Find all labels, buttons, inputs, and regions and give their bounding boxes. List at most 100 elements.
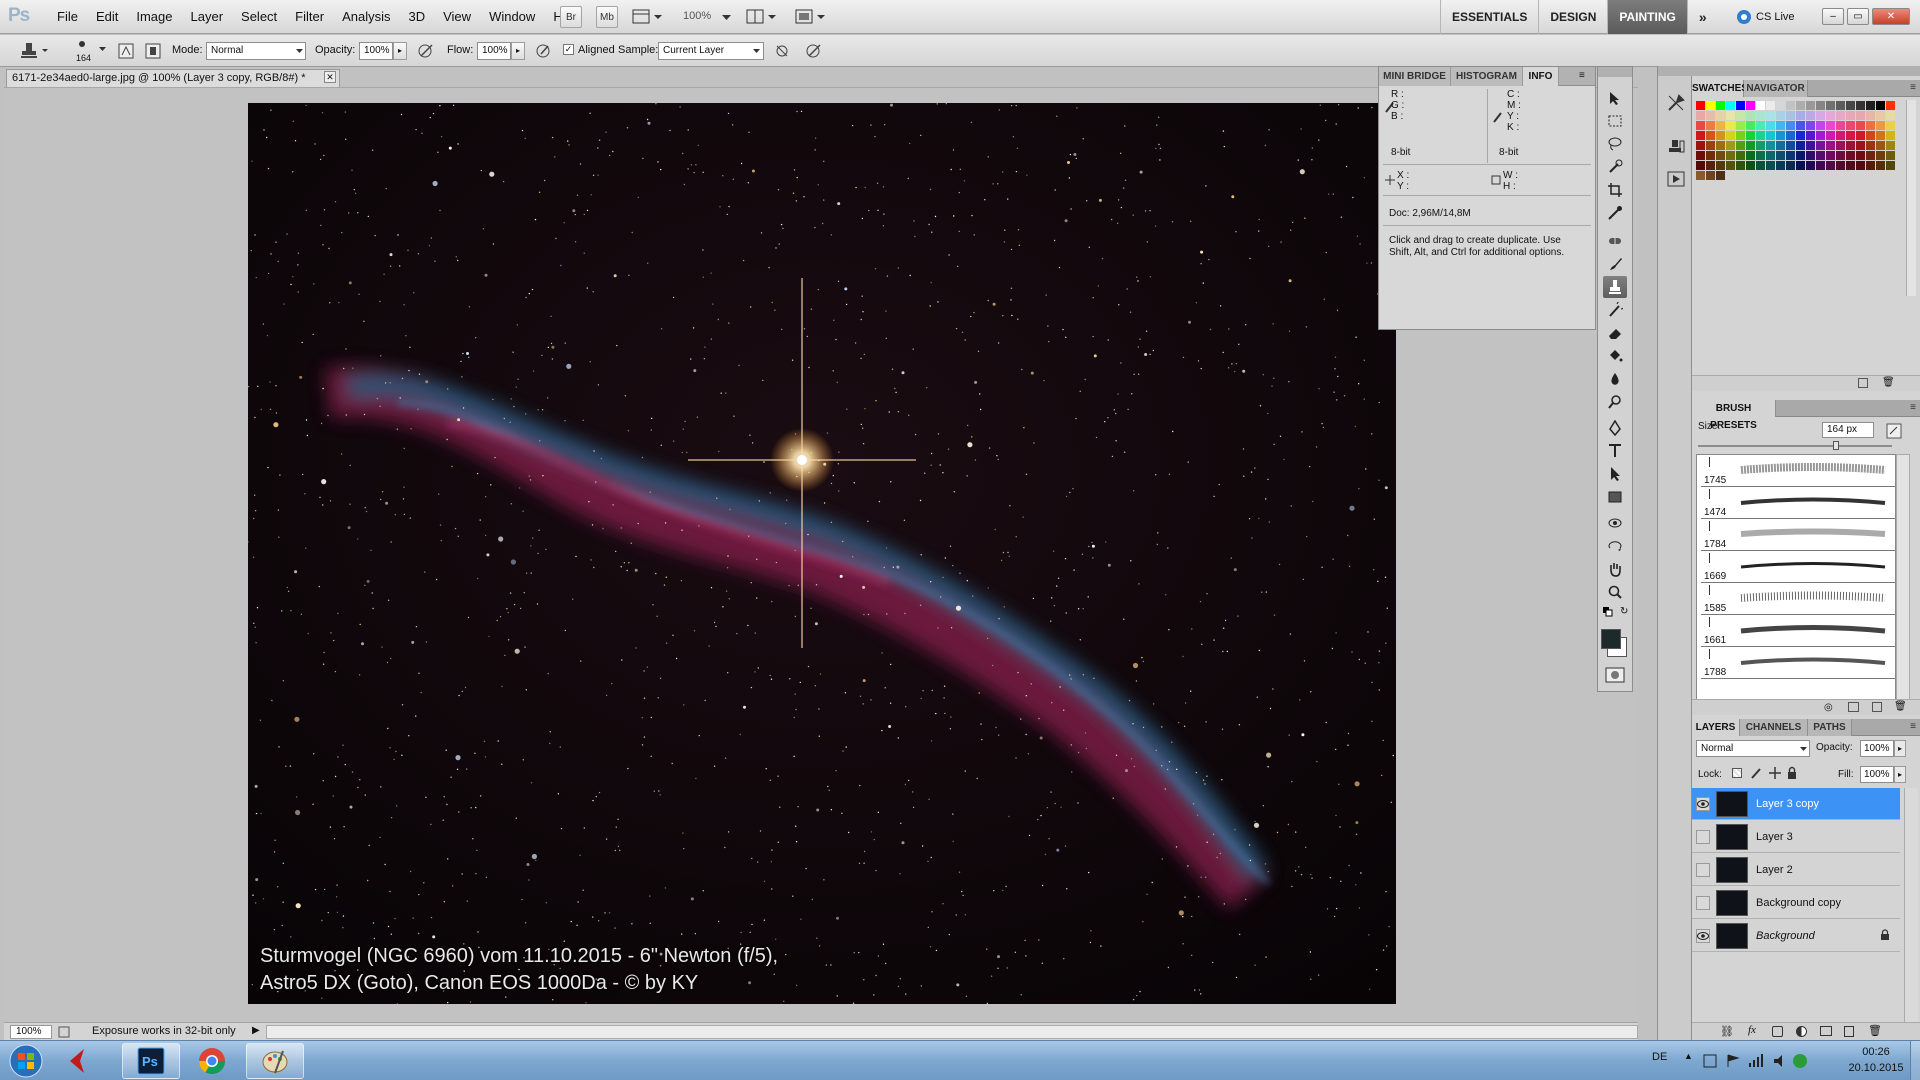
lasso-tool-icon[interactable] [1603, 133, 1627, 155]
arrange-documents-icon[interactable] [746, 9, 778, 25]
swatch[interactable] [1696, 131, 1705, 140]
lock-image-icon[interactable] [1750, 766, 1762, 780]
brush-size-field[interactable]: 164 px [1822, 422, 1874, 438]
swatch[interactable] [1766, 151, 1775, 160]
swap-colors-icon[interactable]: ↻ [1620, 606, 1628, 617]
swatch[interactable] [1836, 101, 1845, 110]
swatch[interactable] [1876, 151, 1885, 160]
tab-histogram[interactable]: HISTOGRAM [1451, 67, 1523, 86]
swatch[interactable] [1796, 111, 1805, 120]
swatch[interactable] [1716, 171, 1725, 180]
swatch[interactable] [1726, 121, 1735, 130]
swatch[interactable] [1766, 101, 1775, 110]
sample-select[interactable]: Current Layer [658, 42, 764, 60]
swatch[interactable] [1866, 121, 1875, 130]
swatch[interactable] [1776, 161, 1785, 170]
swatch[interactable] [1856, 101, 1865, 110]
swatch[interactable] [1816, 121, 1825, 130]
tray-expand-icon[interactable]: ▲ [1684, 1051, 1693, 1061]
swatch[interactable] [1726, 101, 1735, 110]
swatch[interactable] [1846, 101, 1855, 110]
rectangle-tool-icon[interactable] [1603, 486, 1627, 508]
taskbar-chrome-icon[interactable] [196, 1045, 228, 1077]
swatch[interactable] [1856, 131, 1865, 140]
type-tool-icon[interactable] [1603, 440, 1627, 462]
menu-window[interactable]: Window [480, 0, 544, 34]
swatch[interactable] [1766, 141, 1775, 150]
swatch[interactable] [1746, 161, 1755, 170]
menu-view[interactable]: View [434, 0, 480, 34]
cs-live-icon[interactable] [1736, 9, 1752, 25]
opacity-field[interactable]: 100% [359, 42, 393, 60]
swatch[interactable] [1776, 151, 1785, 160]
mode-select[interactable]: Normal [206, 42, 306, 60]
airbrush-icon[interactable] [535, 43, 553, 59]
brush-tool-icon[interactable] [1603, 253, 1627, 275]
swatch[interactable] [1796, 141, 1805, 150]
3d-orbit-tool-icon[interactable] [1603, 535, 1627, 557]
swatch[interactable] [1816, 111, 1825, 120]
workspace-design[interactable]: DESIGN [1538, 0, 1607, 34]
swatch[interactable] [1806, 111, 1815, 120]
screen-mode-icon[interactable] [795, 9, 827, 25]
swatch[interactable] [1856, 141, 1865, 150]
swatch[interactable] [1736, 101, 1745, 110]
brush-preset-item[interactable]: 1474 [1701, 487, 1895, 519]
visibility-toggle[interactable] [1696, 896, 1710, 910]
opacity-slider-toggle[interactable]: ▸ [393, 42, 407, 60]
delete-brush-icon[interactable]: 🗑 [1894, 701, 1907, 712]
swatch[interactable] [1726, 131, 1735, 140]
view-extras-icon[interactable] [632, 9, 662, 25]
workspace-painting[interactable]: PAINTING [1607, 0, 1687, 34]
quick-selection-tool-icon[interactable] [1603, 156, 1627, 178]
swatch[interactable] [1746, 101, 1755, 110]
clone-stamp-tool-icon[interactable] [1603, 276, 1627, 298]
swatch[interactable] [1866, 131, 1875, 140]
brush-preset-scrollbar[interactable] [1896, 454, 1910, 706]
create-brush-icon[interactable] [1848, 702, 1859, 712]
foreground-color-swatch[interactable] [1601, 629, 1621, 649]
swatch[interactable] [1796, 101, 1805, 110]
swatch[interactable] [1746, 151, 1755, 160]
swatch[interactable] [1836, 151, 1845, 160]
brush-size-slider[interactable] [1698, 441, 1892, 450]
swatch[interactable] [1816, 101, 1825, 110]
swatch[interactable] [1756, 101, 1765, 110]
fill-field[interactable]: 100% [1860, 766, 1894, 783]
swatch[interactable] [1786, 141, 1795, 150]
swatch[interactable] [1886, 131, 1895, 140]
layer-opacity-field[interactable]: 100% [1860, 740, 1894, 757]
brush-preset-item[interactable]: 1788 [1701, 647, 1895, 679]
swatch[interactable] [1846, 141, 1855, 150]
visibility-toggle[interactable] [1696, 830, 1710, 844]
swatch[interactable] [1796, 131, 1805, 140]
add-mask-icon[interactable] [1772, 1026, 1783, 1037]
lock-position-icon[interactable] [1768, 766, 1782, 780]
swatch[interactable] [1706, 151, 1715, 160]
swatch[interactable] [1856, 121, 1865, 130]
swatch[interactable] [1856, 161, 1865, 170]
swatch[interactable] [1706, 171, 1715, 180]
swatch[interactable] [1836, 161, 1845, 170]
swatch[interactable] [1726, 151, 1735, 160]
menu-layer[interactable]: Layer [182, 0, 233, 34]
swatch[interactable] [1826, 161, 1835, 170]
swatch[interactable] [1876, 121, 1885, 130]
eye-icon[interactable] [1696, 797, 1710, 811]
close-document-icon[interactable]: ✕ [324, 71, 336, 83]
swatch[interactable] [1866, 141, 1875, 150]
swatch[interactable] [1846, 111, 1855, 120]
new-layer-icon[interactable] [1844, 1026, 1854, 1037]
swatch[interactable] [1756, 111, 1765, 120]
brush-preset-item[interactable]: 1585 [1701, 583, 1895, 615]
layer-row[interactable]: Layer 3 [1692, 821, 1900, 853]
paint-bucket-tool-icon[interactable] [1603, 345, 1627, 367]
taskbar-app-icon[interactable] [62, 1045, 94, 1077]
swatch[interactable] [1696, 141, 1705, 150]
swatch[interactable] [1756, 141, 1765, 150]
brush-picker-arrow-icon[interactable] [99, 47, 106, 52]
new-swatch-icon[interactable] [1858, 378, 1868, 388]
swatch[interactable] [1826, 121, 1835, 130]
swatch[interactable] [1846, 151, 1855, 160]
swatch[interactable] [1716, 131, 1725, 140]
